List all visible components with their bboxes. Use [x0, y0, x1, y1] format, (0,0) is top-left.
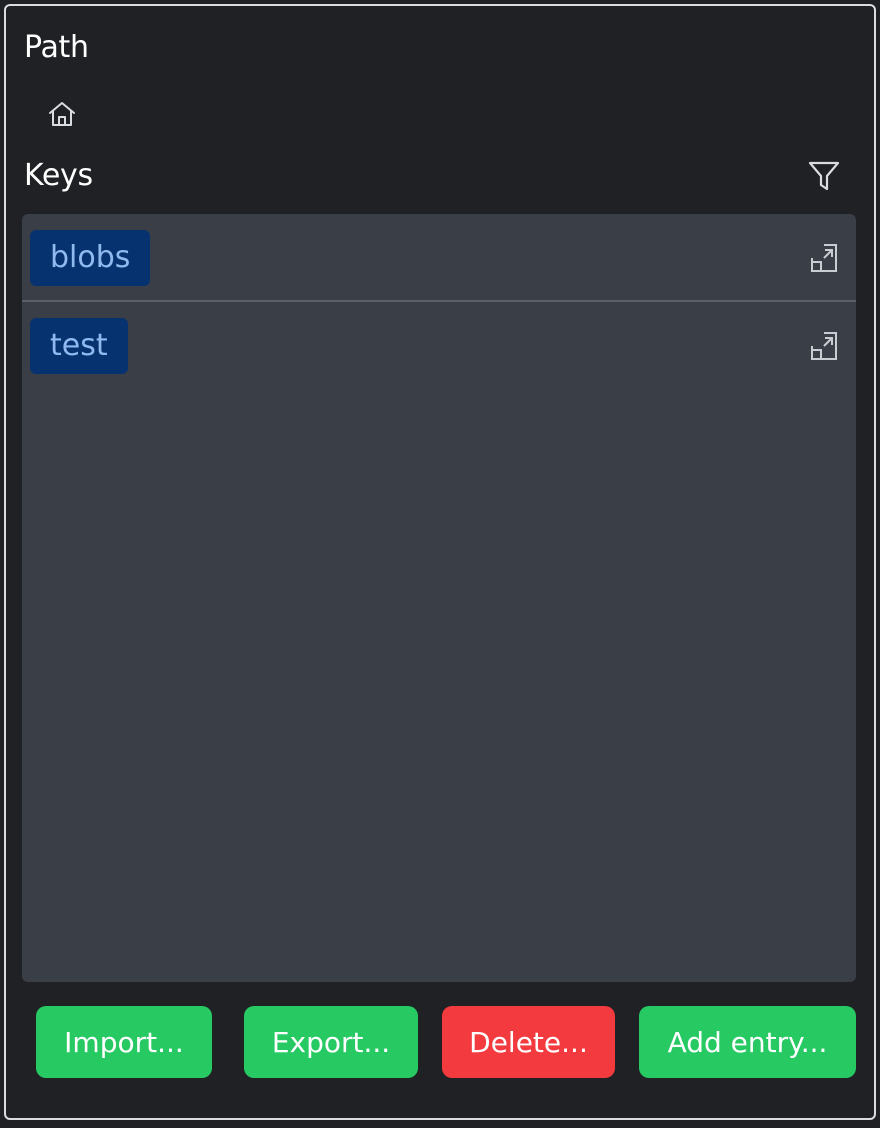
open-in-new-icon[interactable]: [806, 328, 842, 364]
keys-list: blobs test: [22, 214, 856, 982]
list-item: test: [22, 302, 856, 390]
add-entry-button[interactable]: Add entry...: [639, 1006, 856, 1078]
export-button[interactable]: Export...: [244, 1006, 418, 1078]
key-browser-panel: Path Keys blobs test Import... Export...…: [4, 4, 876, 1120]
key-badge[interactable]: test: [30, 318, 128, 374]
open-in-new-icon[interactable]: [806, 240, 842, 276]
key-badge[interactable]: blobs: [30, 230, 151, 286]
filter-icon[interactable]: [804, 156, 844, 196]
delete-button[interactable]: Delete...: [442, 1006, 615, 1078]
keys-heading: Keys: [24, 158, 93, 193]
home-icon[interactable]: [42, 94, 82, 134]
path-heading: Path: [24, 30, 89, 65]
import-button[interactable]: Import...: [36, 1006, 212, 1078]
list-item: blobs: [22, 214, 856, 302]
